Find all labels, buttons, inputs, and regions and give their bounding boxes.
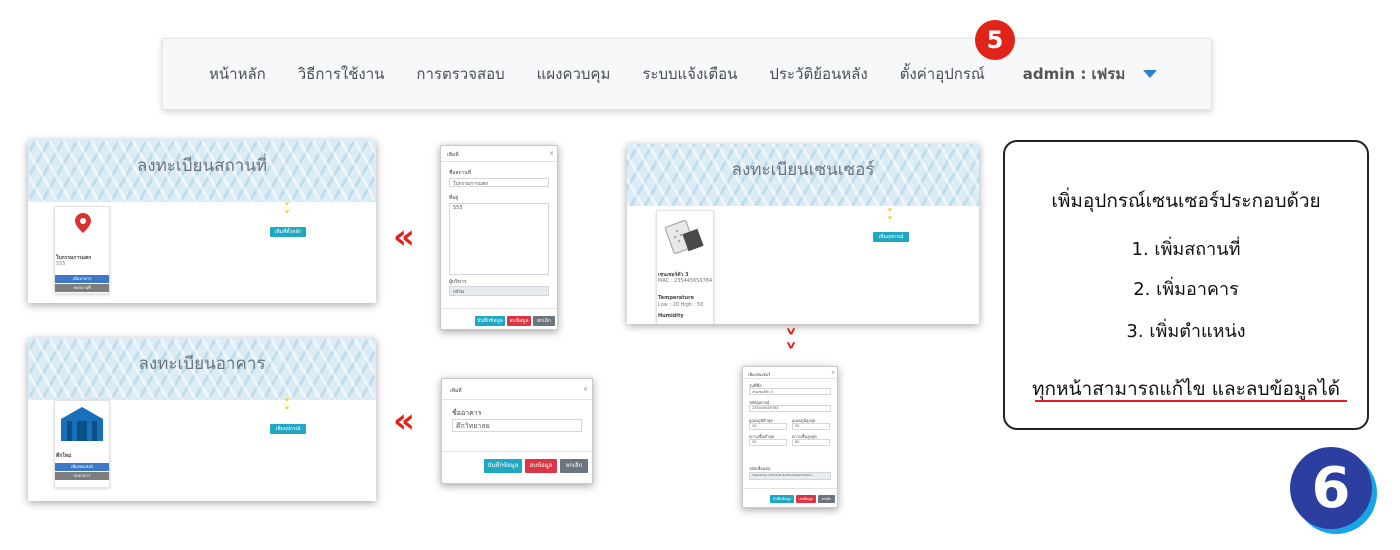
double-down-arrow-icon: ˅ ˅ [784,326,798,370]
add-device-button[interactable]: เพิ่มอุปกรณ์ [873,232,909,242]
user-menu[interactable]: admin : เฟรม [1022,62,1158,86]
add-building-modal: เพิ่มที่ × ชื่ออาคาร ตึกวิทยาลย บันทึกข้… [441,378,593,484]
chevron-down-icon: ˅ ˅ [887,207,893,229]
nav-item-dashboard[interactable]: แผงควบคุม [537,62,611,86]
modal-title: เพิ่มที่ [447,152,459,158]
save-button[interactable]: บันทึกข้อมูล [484,459,522,473]
temperature-range: Low : 20 High : 50 [658,302,704,308]
building-icon [61,407,103,441]
add-building-button[interactable]: เพิ่มอาคาร [55,275,109,283]
divider [441,161,557,162]
info-box: เพิ่มอุปกรณ์เซนเซอร์ประกอบด้วย 1. เพิ่มส… [1003,140,1369,430]
owner-label: ผู้บริหาร [449,279,467,285]
save-button[interactable]: บันทึกข้อมูล [475,316,505,326]
add-sensor-button[interactable]: เพิ่มเซนเซอร์ [55,463,109,471]
user-name: admin : เฟรม [1022,65,1126,83]
building-name: ตึกใหม่ [56,453,72,459]
chevron-down-icon: ˅ ˅ [284,201,290,223]
nav-item-device-settings[interactable]: ตั้งค่าอุปกรณ์ [900,62,985,86]
double-left-arrow-icon: « [393,401,415,441]
add-device-button[interactable]: เพิ่มอุปกรณ์ [270,424,306,434]
nav-item-history[interactable]: ประวัติย้อนหลัง [769,62,867,86]
modal-title: เพิ่มเซนเซอร์ [748,372,771,377]
temp-high-input[interactable]: 50 [792,423,830,430]
sensor-device-icon [665,220,704,254]
location-card: ใบกรรมการแตก 555 เพิ่มอาคาร ลบสถานที่ [54,206,110,294]
double-left-arrow-icon: « [393,217,415,257]
save-button[interactable]: บันทึกข้อมูล [770,495,794,503]
info-item-add-position: 3. เพิ่มตำแหน่ง [1126,321,1246,342]
info-item-add-location: 1. เพิ่มสถานที่ [1131,239,1241,260]
divider [442,451,592,452]
hum-low-input[interactable]: 30 [749,439,787,446]
location-name-input[interactable]: ใบกรรมการแตก [449,178,549,187]
temp-low-input[interactable]: 20 [749,423,787,430]
sensor-card: เซนเซอร์ตัว 3 MAC : 2354456S9784 Tempera… [656,210,714,324]
building-name-input[interactable]: ตึกวิทยาลย [452,419,582,432]
token-label: รหัสเชื่อมต่อ [749,466,771,471]
add-location-modal: เพิ่มที่ × ชื่อสถานที่ ใบกรรมการแตก ที่อ… [440,145,558,330]
divider [441,308,557,309]
address-label: ที่อยู่ [449,195,459,201]
cancel-button[interactable]: ยกเลิก [560,459,588,473]
humidity-label: Humidity [658,313,684,319]
delete-button[interactable]: ลบข้อมูล [507,316,531,326]
nav-menu: หน้าหลัก วิธีการใช้งาน การตรวจสอบ แผงควบ… [209,62,1017,86]
close-icon[interactable]: × [583,386,588,393]
cancel-button[interactable]: ยกเลิก [533,316,555,326]
add-main-location-button[interactable]: เพิ่มที่ตั้งหลัก [270,227,306,237]
step-badge-5: 5 [975,20,1015,60]
chevron-down-icon: ˅ ˅ [284,397,290,419]
hum-high-input[interactable]: 60 [792,439,830,446]
nav-item-home[interactable]: หน้าหลัก [209,62,266,86]
address-textarea[interactable]: 555 [449,203,549,275]
delete-button[interactable]: ลบข้อมูล [525,459,557,473]
close-icon[interactable]: × [831,370,835,376]
delete-location-button[interactable]: ลบสถานที่ [55,284,109,292]
nav-item-howto[interactable]: วิธีการใช้งาน [298,62,385,86]
mac-input[interactable]: 2354456S9784 [749,405,831,412]
nav-item-alerts[interactable]: ระบบแจ้งเตือน [642,62,737,86]
building-name-label: ชื่ออาคาร [452,409,482,417]
note-underline [1035,400,1347,402]
panel-title: ลงทะเบียนสถานที่ [136,156,268,176]
location-name-label: ชื่อสถานที่ [449,170,471,176]
modal-title: เพิ่มที่ [450,388,462,394]
info-item-add-building: 2. เพิ่มอาคาร [1133,279,1239,300]
step-badge-6: 6 [1290,447,1372,529]
sensor-mac: MAC : 2354456S9784 [658,278,713,284]
delete-building-button[interactable]: ลบอาคาร [55,472,109,480]
top-navbar: หน้าหลัก วิธีการใช้งาน การตรวจสอบ แผงควบ… [162,38,1212,110]
sensor-name-input[interactable]: เซนเซอร์ตัว 3 [749,388,831,395]
sensor-register-panel: ลงทะเบียนเซนเซอร์ เซนเซอร์ตัว 3 MAC : 23… [627,144,979,324]
building-register-panel: ลงทะเบียนอาคาร ตึกใหม่ เพิ่มเซนเซอร์ ลบอ… [28,338,376,501]
add-sensor-modal: เพิ่มเซนเซอร์ × รุ่นที่ชื่อ เซนเซอร์ตัว … [742,366,838,508]
panel-title: ลงทะเบียนอาคาร [138,354,266,374]
building-card: ตึกใหม่ เพิ่มเซนเซอร์ ลบอาคาร [54,400,110,488]
token-input: 1fwead1b-d79f-1e9-9e69-e9dbad3a61e [749,472,831,480]
panel-title: ลงทะเบียนเซนเซอร์ [731,160,875,180]
nav-item-monitoring[interactable]: การตรวจสอบ [416,62,504,86]
temperature-label: Temperature [658,295,694,301]
caret-down-icon[interactable] [1143,70,1158,78]
location-register-panel: ลงทะเบียนสถานที่ ใบกรรมการแตก 555 เพิ่มอ… [28,140,376,303]
delete-button[interactable]: ลบข้อมูล [796,495,816,503]
divider [442,399,592,400]
map-pin-icon [75,213,91,233]
close-icon[interactable]: × [549,150,554,157]
cancel-button[interactable]: ยกเลิก [818,495,835,503]
divider [743,488,837,489]
divider [743,378,837,379]
owner-input: เฟรม [449,286,549,296]
location-sub: 555 [56,261,66,267]
info-title: เพิ่มอุปกรณ์เซนเซอร์ประกอบด้วย [1051,190,1321,212]
